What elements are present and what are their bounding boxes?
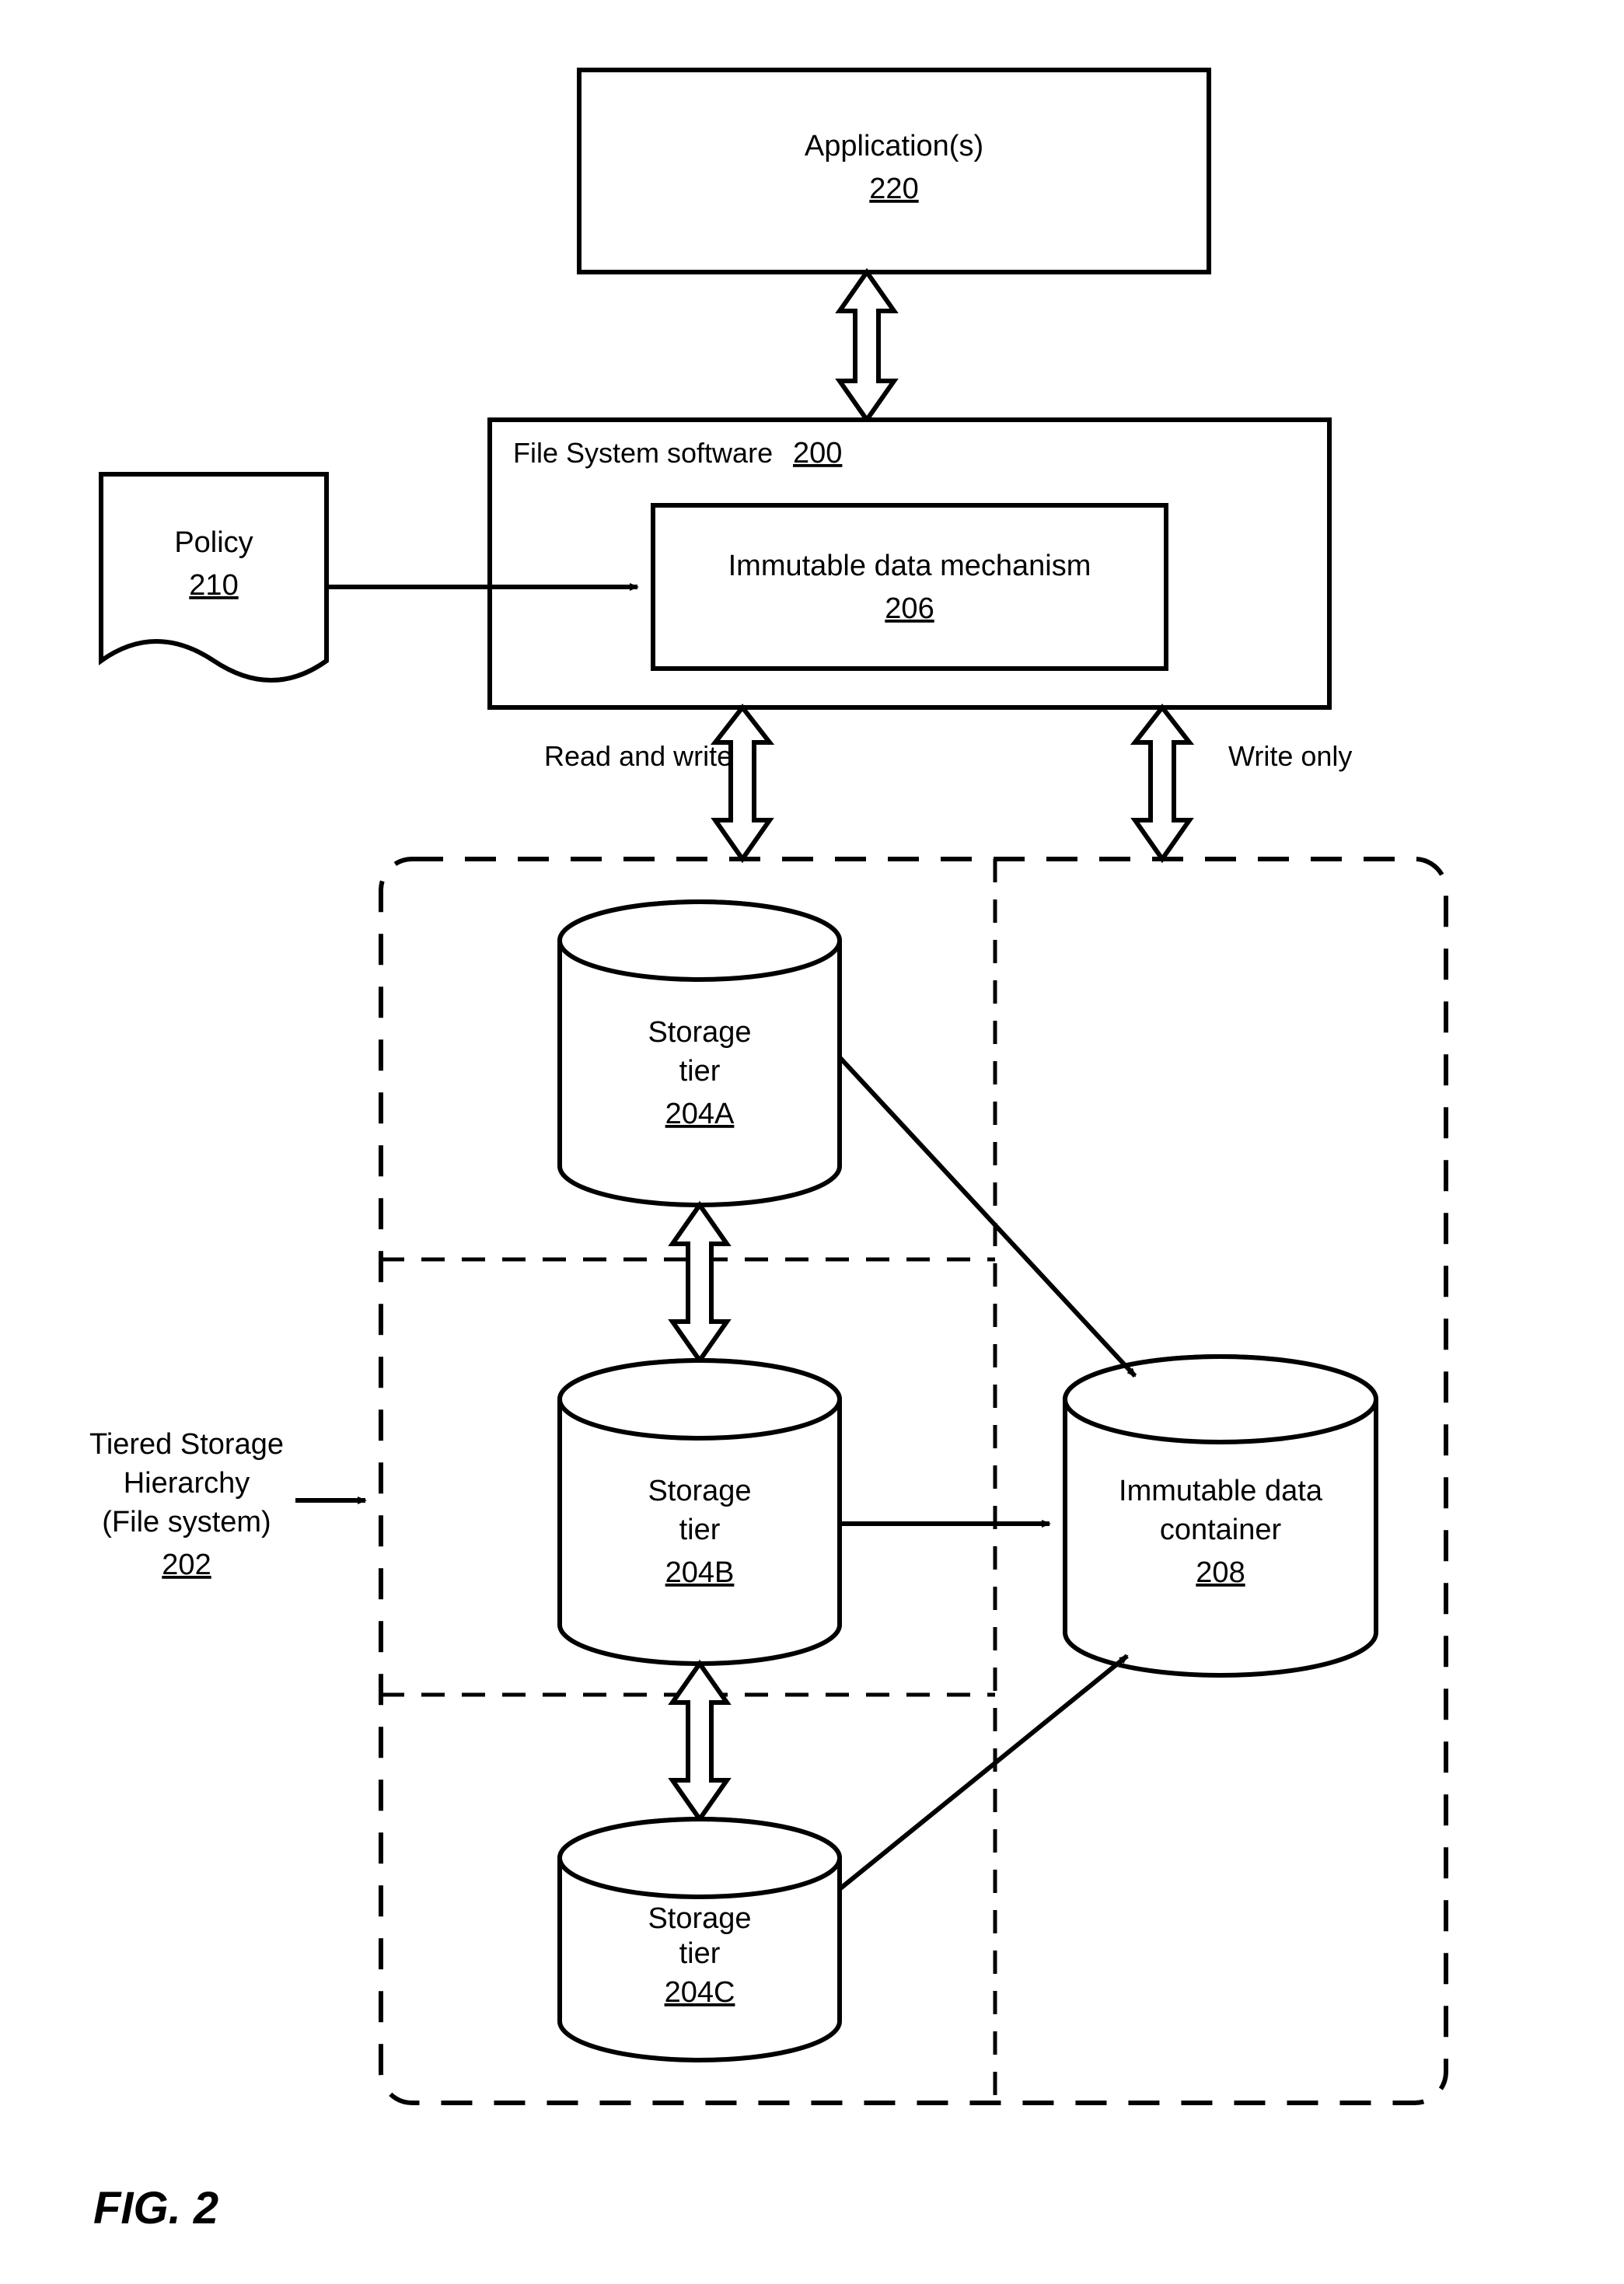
double-arrow-apps-filesystem xyxy=(840,272,894,420)
storage-tier-a: Storage tier 204A xyxy=(560,902,840,1205)
immutable-container: Immutable data container 208 xyxy=(1065,1357,1376,1675)
svg-text:(File system): (File system) xyxy=(102,1506,271,1538)
figure-label: FIG. 2 xyxy=(93,2183,218,2233)
svg-text:tier: tier xyxy=(679,1514,721,1546)
immutable-mechanism-label: Immutable data mechanism xyxy=(728,550,1091,582)
svg-text:204B: 204B xyxy=(665,1556,735,1589)
svg-text:container: container xyxy=(1160,1514,1282,1546)
file-system-box: File System software 200 Immutable data … xyxy=(490,420,1329,707)
svg-text:Immutable data: Immutable data xyxy=(1119,1475,1323,1507)
diagram-figure: Application(s) 220 File System software … xyxy=(0,0,1624,2284)
storage-hierarchy-label: Tiered Storage Hierarchy (File system) 2… xyxy=(89,1428,365,1581)
immutable-mechanism-ref: 206 xyxy=(885,592,934,625)
storage-tier-c: Storage tier 204C xyxy=(560,1819,840,2060)
svg-text:tier: tier xyxy=(679,1937,721,1970)
policy-ref: 210 xyxy=(189,569,238,602)
storage-tier-b: Storage tier 204B xyxy=(560,1360,840,1664)
applications-ref: 220 xyxy=(869,173,918,205)
svg-text:204C: 204C xyxy=(665,1976,735,2009)
svg-text:Storage: Storage xyxy=(648,1016,751,1049)
svg-text:Hierarchy: Hierarchy xyxy=(124,1467,250,1500)
svg-text:208: 208 xyxy=(1196,1556,1245,1589)
svg-text:204A: 204A xyxy=(665,1098,735,1130)
double-arrow-tier-a-b xyxy=(672,1205,727,1360)
applications-box: Application(s) 220 xyxy=(579,70,1209,272)
svg-text:Storage: Storage xyxy=(648,1475,751,1507)
read-write-label: Read and write xyxy=(544,740,732,772)
svg-text:Storage: Storage xyxy=(648,1902,751,1935)
svg-text:Tiered Storage: Tiered Storage xyxy=(89,1428,284,1461)
applications-label: Application(s) xyxy=(805,130,983,162)
policy-label: Policy xyxy=(174,526,253,559)
write-only-arrow-group: Write only xyxy=(1135,707,1352,859)
file-system-ref: 200 xyxy=(793,437,842,470)
immutable-mechanism-box xyxy=(653,505,1166,669)
file-system-label: File System software xyxy=(513,437,773,469)
svg-text:202: 202 xyxy=(162,1549,211,1581)
policy-shape: Policy 210 xyxy=(101,474,327,680)
double-arrow-tier-b-c xyxy=(672,1664,727,1819)
write-only-label: Write only xyxy=(1228,740,1352,772)
read-write-arrow-group: Read and write xyxy=(544,707,770,859)
svg-text:tier: tier xyxy=(679,1055,721,1088)
